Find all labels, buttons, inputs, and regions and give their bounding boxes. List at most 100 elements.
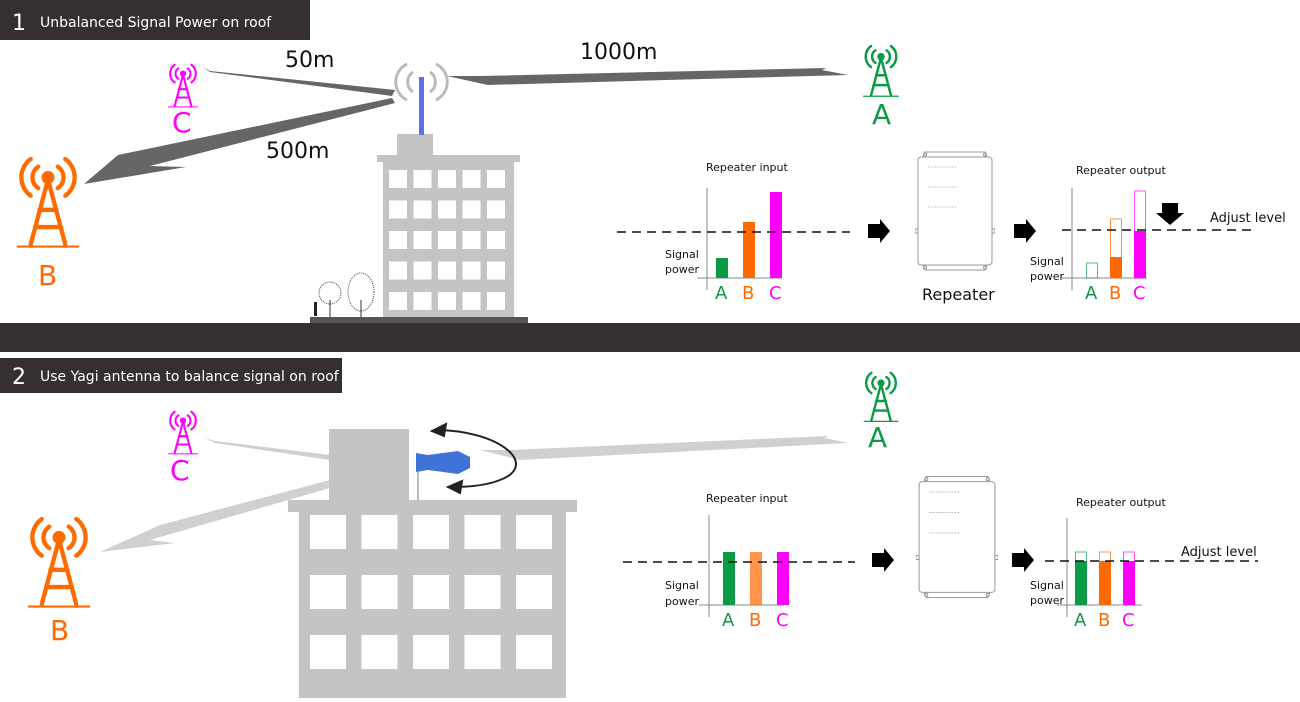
- window: [487, 261, 505, 280]
- category-label: C: [1133, 283, 1146, 304]
- window: [487, 292, 505, 310]
- window: [389, 200, 407, 219]
- window: [516, 515, 552, 549]
- category-label: C: [776, 610, 789, 631]
- window: [413, 292, 432, 310]
- repeater-input-chart-2: Repeater input Signal power ABC: [623, 492, 855, 631]
- adjust-level-label: Adjust level: [1210, 211, 1286, 226]
- window: [464, 575, 501, 609]
- chart-title: Repeater output: [1076, 496, 1166, 509]
- bar-b: [750, 552, 762, 605]
- category-label: C: [1122, 610, 1135, 631]
- window: [413, 200, 432, 219]
- distance-to-b: 500m: [266, 139, 329, 164]
- bar-a: [716, 258, 728, 278]
- arrow-right-icon: [872, 548, 894, 572]
- bar-outline-a: [1086, 262, 1098, 279]
- window: [464, 635, 501, 669]
- window: [462, 200, 481, 219]
- section-2-number: 2: [12, 365, 26, 390]
- chart-title: Repeater input: [706, 161, 788, 174]
- tower-c-icon: [167, 410, 199, 456]
- window: [389, 261, 407, 280]
- window: [361, 635, 398, 669]
- arrow-right-icon: [868, 219, 890, 243]
- window: [516, 575, 552, 609]
- section-1-title: Unbalanced Signal Power on roof: [40, 15, 272, 31]
- signal-arrow-to-a: [447, 68, 848, 85]
- y-label: Signal: [1030, 255, 1064, 268]
- window: [389, 292, 407, 310]
- repeater-output-chart-2: Repeater output Signal power Adjust leve…: [1030, 496, 1258, 631]
- category-label: A: [1085, 283, 1098, 304]
- window: [413, 575, 449, 609]
- repeater-input-chart-1: Repeater input Signal power ABC: [617, 161, 850, 304]
- window: [438, 292, 456, 310]
- window: [438, 200, 456, 219]
- signal-arrow-to-b: [84, 98, 395, 184]
- signal-arrow-to-a: [480, 436, 848, 460]
- window: [389, 170, 407, 188]
- window: [438, 261, 456, 280]
- tower-c-icon: [167, 63, 199, 109]
- signal-arrow-to-c: [205, 438, 330, 460]
- window: [310, 635, 346, 669]
- bar-c: [770, 192, 782, 278]
- person-icon: [314, 302, 317, 316]
- bar-c: [1123, 561, 1135, 605]
- building-1: [310, 134, 528, 324]
- distance-to-c: 50m: [285, 48, 334, 73]
- tower-a-label: A: [868, 421, 887, 454]
- section-divider: [0, 323, 1300, 352]
- section-1-number: 1: [12, 11, 26, 36]
- bar-b: [743, 222, 755, 278]
- adjust-level-label: Adjust level: [1181, 545, 1257, 560]
- window: [462, 170, 481, 188]
- arrow-down-icon: [1156, 203, 1184, 225]
- window: [516, 635, 552, 669]
- window: [462, 292, 481, 310]
- bar-c: [1134, 231, 1146, 278]
- window: [462, 261, 481, 280]
- chart-title: Repeater input: [706, 492, 788, 505]
- window: [462, 231, 481, 249]
- bar-b: [1110, 257, 1122, 278]
- window: [413, 231, 432, 249]
- window: [413, 170, 432, 188]
- category-label: B: [749, 610, 761, 631]
- window: [310, 575, 346, 609]
- bar-c: [777, 552, 789, 605]
- chart-title: Repeater output: [1076, 164, 1166, 177]
- tower-b-label: B: [38, 259, 57, 292]
- window: [413, 261, 432, 280]
- category-label: B: [742, 283, 754, 304]
- tower-b-icon: [29, 519, 89, 606]
- bar-b: [1099, 561, 1111, 605]
- signal-balance-diagram: 1 Unbalanced Signal Power on roof 50m 50…: [0, 0, 1300, 698]
- repeater-label: Repeater: [922, 285, 995, 304]
- y-label: power: [665, 595, 699, 608]
- window: [487, 231, 505, 249]
- y-label: Signal: [1030, 579, 1064, 592]
- window: [389, 231, 407, 249]
- bar-a: [1075, 561, 1087, 605]
- bar-a: [723, 552, 735, 605]
- category-label: B: [1109, 283, 1121, 304]
- section-2-title: Use Yagi antenna to balance signal on ro…: [40, 369, 340, 385]
- tower-a-label: A: [872, 98, 891, 131]
- window: [438, 231, 456, 249]
- tower-a-icon: [862, 44, 900, 98]
- y-label: power: [1030, 270, 1064, 283]
- tower-a-icon: [862, 371, 900, 423]
- category-label: A: [722, 610, 735, 631]
- arrow-right-icon: [1012, 548, 1034, 572]
- omni-antenna-icon: [394, 62, 449, 135]
- window: [310, 515, 346, 549]
- y-label: Signal: [665, 248, 699, 261]
- window: [438, 170, 456, 188]
- window: [487, 170, 505, 188]
- y-label: power: [665, 263, 699, 276]
- tower-c-label: C: [170, 454, 190, 487]
- distance-to-a: 1000m: [580, 40, 657, 65]
- repeater-device-icon: [915, 151, 995, 271]
